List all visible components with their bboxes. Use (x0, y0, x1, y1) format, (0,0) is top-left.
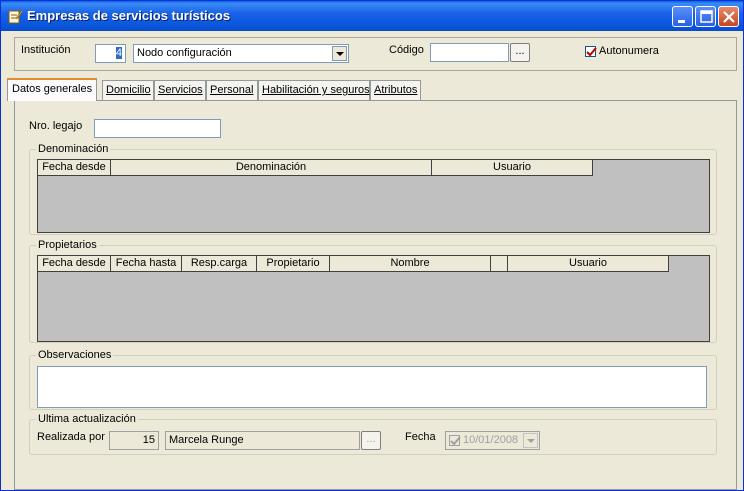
codigo-field[interactable] (430, 43, 509, 62)
propietarios-group: Propietarios Fecha desde Fecha hasta Res… (29, 239, 717, 343)
tab-domicilio[interactable]: Domicilio (102, 80, 154, 100)
legajo-label: Nro. legajo (29, 120, 83, 132)
denominacion-group: Denominación Fecha desde Denominación Us… (29, 143, 717, 235)
tab-personal[interactable]: Personal (206, 80, 258, 100)
observaciones-group: Observaciones (29, 349, 717, 410)
tab-habilitacion-seguros[interactable]: Habilitación y seguros (258, 80, 370, 100)
observaciones-title: Observaciones (36, 349, 114, 361)
column-header[interactable]: Fecha desde (38, 160, 111, 176)
column-header[interactable]: Propietario (257, 256, 330, 272)
column-header[interactable] (491, 256, 508, 272)
tab-datos-generales[interactable]: Datos generales (7, 78, 97, 101)
fecha-label: Fecha (405, 431, 436, 443)
column-header[interactable]: Usuario (508, 256, 669, 272)
autonumera-checkbox[interactable] (585, 46, 597, 57)
window-title: Empresas de servicios turísticos (27, 8, 231, 23)
institucion-code-value: 4 (115, 47, 122, 59)
close-button[interactable] (718, 6, 739, 27)
maximize-icon (700, 10, 713, 23)
institucion-combo-value: Nodo configuración (137, 47, 232, 59)
tab-page-datos-generales: Nro. legajo Denominación Fecha desde Den… (14, 100, 737, 490)
close-icon (723, 11, 735, 23)
denominacion-grid[interactable]: Fecha desde Denominación Usuario (37, 159, 710, 233)
propietarios-title: Propietarios (36, 239, 99, 251)
fecha-checkbox (449, 435, 461, 446)
institucion-combo[interactable]: Nodo configuración (133, 44, 349, 63)
notepad-pen-icon (8, 9, 23, 24)
column-header[interactable]: Resp.carga (182, 256, 257, 272)
header-panel: Institución 4 Nodo configuración Código … (14, 37, 737, 71)
title-bar[interactable]: Empresas de servicios turísticos (1, 1, 743, 31)
codigo-browse-button[interactable]: ... (510, 43, 530, 62)
ultima-actualizacion-title: Ultima actualización (36, 413, 138, 425)
codigo-label: Código (389, 44, 424, 56)
checkmark-icon (450, 436, 461, 446)
institucion-label: Institución (21, 44, 71, 56)
realizada-por-label: Realizada por (37, 431, 105, 443)
main-window: Empresas de servicios turísticos Institu… (0, 0, 744, 491)
minimize-button[interactable] (672, 6, 693, 27)
user-id-field: 15 (109, 431, 159, 450)
column-header[interactable]: Usuario (432, 160, 593, 176)
checkmark-icon (586, 47, 597, 57)
user-browse-button: ... (361, 431, 381, 450)
window-body: Institución 4 Nodo configuración Código … (5, 31, 739, 490)
chevron-down-icon[interactable] (332, 46, 347, 61)
denominacion-title: Denominación (36, 143, 111, 155)
observaciones-textarea[interactable] (37, 366, 707, 408)
maximize-button[interactable] (695, 6, 716, 27)
column-header[interactable]: Nombre (330, 256, 491, 272)
user-name-field: Marcela Runge (165, 431, 360, 450)
legajo-field[interactable] (94, 119, 221, 138)
column-header[interactable]: Fecha desde (38, 256, 111, 272)
propietarios-grid[interactable]: Fecha desde Fecha hasta Resp.carga Propi… (37, 255, 710, 342)
fecha-value: 10/01/2008 (463, 434, 519, 446)
tab-atributos[interactable]: Atributos (370, 80, 421, 100)
institucion-code-field[interactable]: 4 (95, 44, 126, 63)
column-header[interactable]: Denominación (111, 160, 432, 176)
fecha-picker: 10/01/2008 (445, 431, 540, 450)
minimize-icon (678, 20, 685, 23)
chevron-down-icon (523, 433, 538, 448)
tab-servicios[interactable]: Servicios (154, 80, 206, 100)
ultima-actualizacion-group: Ultima actualización Realizada por 15 Ma… (29, 413, 717, 455)
autonumera-label: Autonumera (599, 45, 659, 57)
column-header[interactable]: Fecha hasta (111, 256, 182, 272)
